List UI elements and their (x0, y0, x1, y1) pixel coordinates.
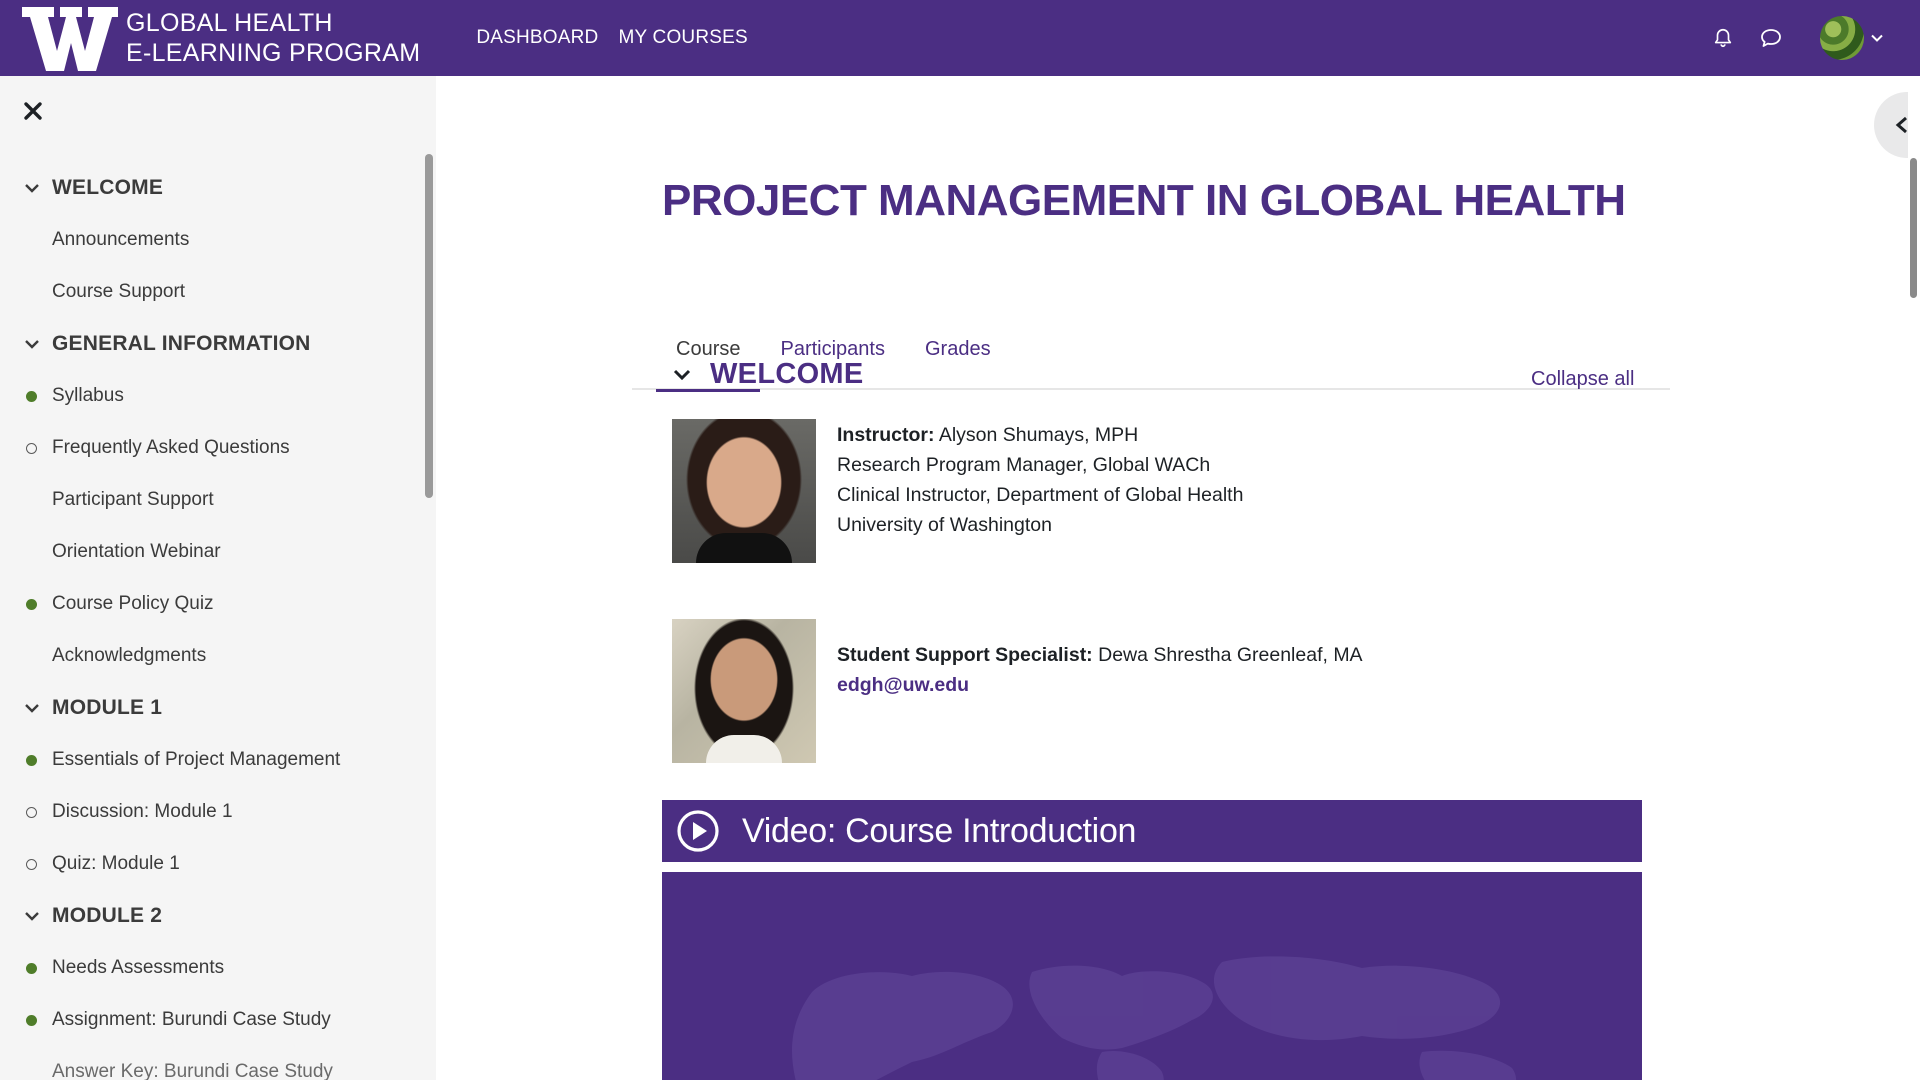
world-map-graphic (792, 956, 1517, 1080)
sidebar-item-course-policy-quiz[interactable]: Course Policy Quiz (0, 578, 420, 630)
brand-logo[interactable]: GLOBAL HEALTH E-LEARNING PROGRAM (20, 0, 420, 76)
sidebar-section-welcome[interactable]: WELCOME (0, 162, 420, 214)
video-title: Video: Course Introduction (742, 811, 1137, 850)
tab-grades[interactable]: Grades (905, 252, 1011, 390)
sidebar-section-general-information[interactable]: GENERAL INFORMATION (0, 318, 420, 370)
video-player[interactable] (662, 872, 1642, 1080)
sidebar-section-label: MODULE 1 (52, 696, 163, 719)
sidebar-item-label: Orientation Webinar (52, 541, 221, 562)
collapse-all-link[interactable]: Collapse all (1531, 368, 1634, 391)
nav-my-courses[interactable]: MY COURSES (618, 27, 747, 49)
play-circle-icon (677, 810, 719, 852)
sidebar-section-module-1[interactable]: MODULE 1 (0, 682, 420, 734)
sidebar-item-label: Essentials of Project Management (52, 749, 341, 770)
chevron-down-icon (25, 340, 39, 349)
instructor-line: University of Washington (837, 514, 1052, 536)
course-main: PROJECT MANAGEMENT IN GLOBAL HEALTH Cour… (436, 76, 1920, 1080)
instructor-photo (672, 419, 816, 563)
top-navbar: GLOBAL HEALTH E-LEARNING PROGRAM DASHBOA… (0, 0, 1920, 76)
sidebar-section-label: GENERAL INFORMATION (52, 332, 311, 355)
video-header: Video: Course Introduction (662, 800, 1642, 862)
sidebar-item-label: Assignment: Burundi Case Study (52, 1009, 331, 1030)
course-index: WELCOME Announcements Course Support GEN… (0, 162, 420, 1080)
chevron-down-icon[interactable] (672, 365, 692, 385)
sidebar-item-label: Acknowledgments (52, 645, 207, 666)
sidebar-item-course-support[interactable]: Course Support (0, 266, 420, 318)
sidebar-item-burundi-assignment[interactable]: Assignment: Burundi Case Study (0, 994, 420, 1046)
sidebar-section-label: MODULE 2 (52, 904, 163, 927)
brand-text: GLOBAL HEALTH E-LEARNING PROGRAM (126, 8, 420, 68)
complete-dot-icon (26, 599, 37, 610)
page-scrollbar-thumb[interactable] (1910, 158, 1917, 298)
instructor-bio: Instructor: Alyson Shumays, MPH Research… (837, 420, 1243, 540)
uw-w-logo (22, 7, 118, 71)
nav-dashboard[interactable]: DASHBOARD (476, 27, 598, 49)
sidebar-item-label: Announcements (52, 229, 190, 250)
section-title: WELCOME (710, 358, 864, 390)
instructor-name: Alyson Shumays, MPH (938, 424, 1139, 446)
sidebar-item-label: Participant Support (52, 489, 214, 510)
sidebar-item-label: Answer Key: Burundi Case Study (52, 1061, 333, 1080)
page-scrollbar[interactable] (1908, 76, 1920, 1080)
incomplete-circle-icon (26, 859, 37, 870)
support-label: Student Support Specialist: (837, 644, 1093, 666)
sidebar-item-participant-support[interactable]: Participant Support (0, 474, 420, 526)
sidebar-item-orientation-webinar[interactable]: Orientation Webinar (0, 526, 420, 578)
page-title: PROJECT MANAGEMENT IN GLOBAL HEALTH (662, 176, 1626, 225)
sidebar-item-label: Course Support (52, 281, 186, 302)
bell-icon[interactable] (1710, 25, 1736, 51)
sidebar-item-label: Frequently Asked Questions (52, 437, 290, 458)
primary-nav: DASHBOARD MY COURSES (476, 27, 748, 49)
sidebar-item-syllabus[interactable]: Syllabus (0, 370, 420, 422)
section-header: WELCOME (672, 358, 864, 391)
instructor-line: Research Program Manager, Global WACh (837, 454, 1211, 476)
complete-dot-icon (26, 963, 37, 974)
chevron-down-icon (25, 912, 39, 921)
sidebar-item-discussion-module-1[interactable]: Discussion: Module 1 (0, 786, 420, 838)
sidebar-item-quiz-module-1[interactable]: Quiz: Module 1 (0, 838, 420, 890)
sidebar-item-label: Discussion: Module 1 (52, 801, 233, 822)
incomplete-circle-icon (26, 807, 37, 818)
sidebar-section-module-2[interactable]: MODULE 2 (0, 890, 420, 942)
sidebar-item-announcements[interactable]: Announcements (0, 214, 420, 266)
brand-line-2: E-LEARNING PROGRAM (126, 39, 421, 67)
sidebar-item-faq[interactable]: Frequently Asked Questions (0, 422, 420, 474)
sidebar-item-burundi-answer-key[interactable]: Answer Key: Burundi Case Study (0, 1046, 420, 1080)
instructor-line: Clinical Instructor, Department of Globa… (837, 484, 1244, 506)
brand-line-1: GLOBAL HEALTH (126, 9, 333, 37)
sidebar-item-label: Quiz: Module 1 (52, 853, 180, 874)
chevron-down-icon (1871, 34, 1883, 42)
chevron-down-icon (25, 184, 39, 193)
sidebar-scrollbar[interactable] (425, 154, 433, 498)
sidebar-item-label: Needs Assessments (52, 957, 225, 978)
user-menu[interactable] (1820, 16, 1884, 60)
complete-dot-icon (26, 755, 37, 766)
nav-user-area (1710, 0, 1884, 76)
sidebar-item-needs-assessments[interactable]: Needs Assessments (0, 942, 420, 994)
sidebar-item-essentials[interactable]: Essentials of Project Management (0, 734, 420, 786)
support-name: Dewa Shrestha Greenleaf, MA (1098, 644, 1363, 666)
support-specialist-photo (672, 619, 816, 763)
sidebar-item-label: Course Policy Quiz (52, 593, 214, 614)
sidebar-section-label: WELCOME (52, 176, 164, 199)
sidebar-item-acknowledgments[interactable]: Acknowledgments (0, 630, 420, 682)
course-index-drawer: WELCOME Announcements Course Support GEN… (0, 76, 436, 1080)
sidebar-item-label: Syllabus (52, 385, 124, 406)
avatar (1820, 16, 1864, 60)
chevron-down-icon (25, 704, 39, 713)
instructor-label: Instructor: (837, 424, 935, 446)
complete-dot-icon (26, 1015, 37, 1026)
complete-dot-icon (26, 391, 37, 402)
chat-icon[interactable] (1758, 25, 1784, 51)
close-icon[interactable] (22, 100, 44, 122)
support-specialist-bio: Student Support Specialist: Dewa Shresth… (837, 640, 1363, 700)
support-email-link[interactable]: edgh@uw.edu (837, 670, 1363, 700)
incomplete-circle-icon (26, 443, 37, 454)
